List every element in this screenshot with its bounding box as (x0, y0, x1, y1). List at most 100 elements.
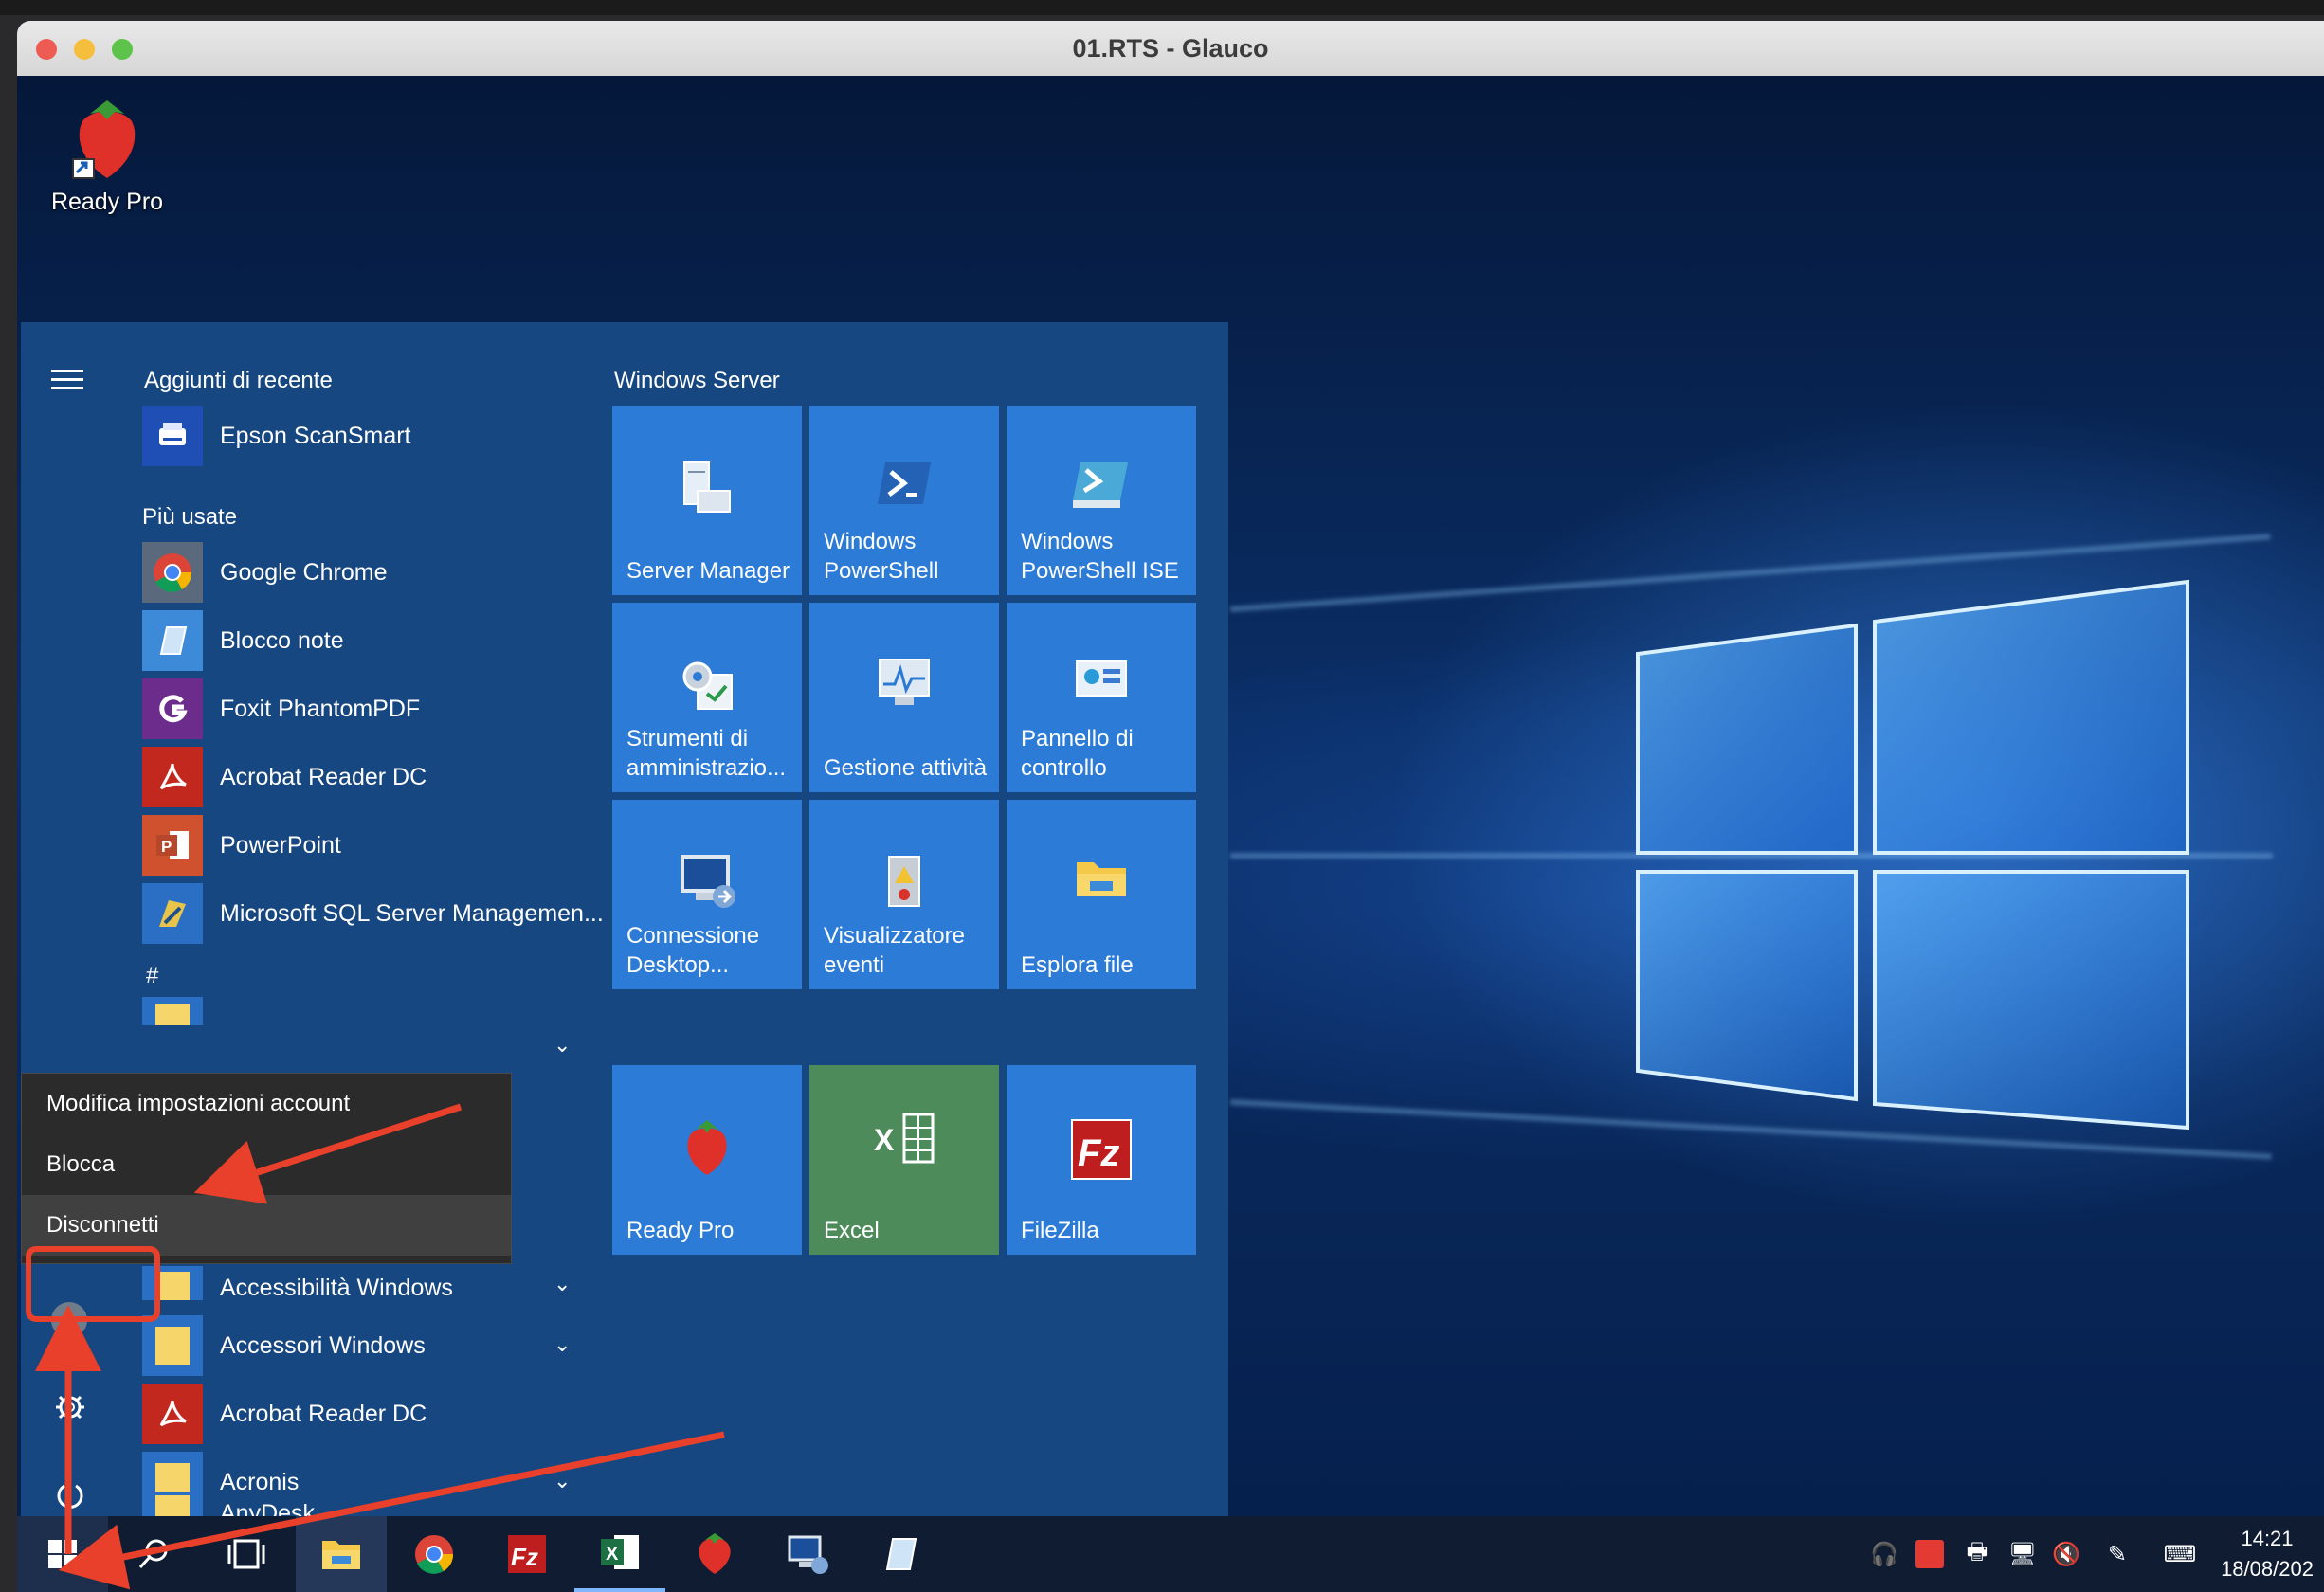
tile-ready-pro[interactable]: Ready Pro (612, 1065, 802, 1255)
control-panel-icon (1076, 660, 1127, 696)
app-item-sql-server-management[interactable]: Microsoft SQL Server Managemen... (142, 883, 616, 944)
menu-item-disconnetti[interactable]: Disconnetti (22, 1195, 511, 1256)
powerpoint-icon: P (142, 815, 203, 876)
windows-desktop: Ready Pro Aggiunti di recente Epson Scan… (17, 76, 2324, 1516)
taskbar-file-explorer[interactable] (296, 1516, 387, 1592)
keyboard-icon[interactable]: ⌨ (2157, 1537, 2203, 1571)
powershell-icon (878, 462, 931, 504)
server-manager-icon (683, 461, 731, 513)
settings-gear-icon[interactable] (54, 1391, 86, 1423)
task-manager-icon (879, 659, 930, 705)
taskbar-notepad[interactable] (855, 1516, 946, 1592)
network-icon[interactable]: 🖥 (2006, 1537, 2040, 1571)
app-label: Google Chrome (220, 558, 388, 586)
account-context-menu: Modifica impostazioni account Blocca Dis… (21, 1073, 512, 1264)
windows-taskbar: Fz X 🎧 🖶 🖥 🔇 ✎ ⌨ 14:21 18/08/202 (17, 1516, 2324, 1592)
notepad-icon (142, 610, 203, 671)
clock-time: 14:21 (2241, 1527, 2294, 1550)
taskbar-chrome[interactable] (389, 1516, 480, 1592)
menu-item-modifica-impostazioni-account[interactable]: Modifica impostazioni account (22, 1074, 511, 1134)
app-label: Acrobat Reader DC (220, 763, 427, 790)
app-label: PowerPoint (220, 831, 341, 859)
tile-label: Esplora file (1021, 952, 1134, 978)
task-view-icon (227, 1539, 265, 1569)
tile-esplora-file[interactable]: Esplora file (1007, 800, 1196, 989)
tile-filezilla[interactable]: Fz FileZilla (1007, 1065, 1196, 1255)
pen-icon[interactable]: ✎ (2100, 1537, 2134, 1571)
app-item-acrobat-reader-2[interactable]: Acrobat Reader DC (142, 1384, 616, 1444)
tile-label: Strumenti di amministrazio... (626, 726, 787, 781)
app-item-google-chrome[interactable]: Google Chrome (142, 542, 616, 603)
scanner-icon (142, 406, 203, 466)
app-label: Acrobat Reader DC (220, 1400, 427, 1427)
taskbar-clock[interactable]: 14:21 18/08/202 (2210, 1524, 2324, 1584)
excel-icon: X (874, 1113, 935, 1164)
tile-excel[interactable]: X Excel (809, 1065, 999, 1255)
taskbar-remote-desktop[interactable] (762, 1516, 853, 1592)
chevron-down-icon[interactable]: ⌄ (554, 1033, 571, 1058)
svg-text:X: X (606, 1544, 619, 1565)
app-item-partial (142, 997, 203, 1025)
mac-menubar (0, 0, 2324, 15)
sql-server-icon (142, 883, 203, 944)
start-menu-rail (21, 322, 125, 1516)
taskbar-ready-pro[interactable] (669, 1516, 760, 1592)
tile-strumenti-amministrazione[interactable]: Strumenti di amministrazio... (612, 603, 802, 792)
start-icon (48, 1540, 77, 1568)
tile-windows-powershell[interactable]: Windows PowerShell (809, 406, 999, 595)
tile-label: Excel (824, 1218, 880, 1243)
app-label: AnyDesk (220, 1500, 316, 1516)
app-item-anydesk[interactable]: AnyDesk (142, 1484, 616, 1516)
anydesk-tray-icon[interactable] (1913, 1537, 1947, 1571)
app-item-powerpoint[interactable]: P PowerPoint (142, 815, 616, 876)
app-label: Accessibilità Windows (220, 1274, 453, 1301)
app-item-blocco-note[interactable]: Blocco note (142, 610, 616, 671)
admin-tools-icon (682, 661, 733, 710)
tile-gestione-attivita[interactable]: Gestione attività (809, 603, 999, 792)
user-account-button[interactable] (51, 1302, 87, 1338)
chevron-down-icon[interactable]: ⌄ (554, 1272, 571, 1296)
chevron-down-icon[interactable]: ⌄ (554, 1332, 571, 1357)
filezilla-icon: Fz (1071, 1119, 1132, 1180)
tile-server-manager[interactable]: Server Manager (612, 406, 802, 595)
speaker-muted-icon[interactable]: 🔇 (2049, 1537, 2083, 1571)
printer-icon[interactable]: 🖶 (1960, 1537, 1994, 1571)
remote-desktop-icon (788, 1535, 828, 1574)
start-button[interactable] (17, 1516, 108, 1592)
hash-header: # (146, 963, 159, 988)
tile-connessione-desktop[interactable]: Connessione Desktop... (612, 800, 802, 989)
strawberry-icon (72, 100, 136, 179)
app-label: Blocco note (220, 626, 344, 654)
desktop-shortcut-ready-pro[interactable]: Ready Pro (36, 93, 178, 216)
app-item-accessori-windows[interactable]: Accessori Windows (142, 1315, 616, 1376)
tile-label: Pannello di controllo (1021, 726, 1134, 781)
hamburger-menu-icon[interactable] (51, 370, 83, 390)
search-button[interactable] (108, 1516, 199, 1592)
app-item-foxit-phantompdf[interactable]: Foxit PhantomPDF (142, 678, 616, 739)
window-title: 01.RTS - Glauco (1072, 34, 1269, 63)
taskbar-excel[interactable]: X (574, 1516, 665, 1592)
tile-windows-powershell-ise[interactable]: Windows PowerShell ISE (1007, 406, 1196, 595)
windows-logo-wallpaper (1636, 579, 2189, 1131)
tile-visualizzatore-eventi[interactable]: Visualizzatore eventi (809, 800, 999, 989)
ready-pro-icon (699, 1533, 731, 1574)
folder-icon (142, 1266, 203, 1300)
app-item-accessibilita-windows[interactable]: Accessibilità Windows (142, 1266, 616, 1300)
chrome-icon (415, 1535, 454, 1574)
task-view-button[interactable] (201, 1516, 292, 1592)
power-icon[interactable] (55, 1480, 85, 1511)
menu-item-blocca[interactable]: Blocca (22, 1134, 511, 1195)
app-item-acrobat-reader[interactable]: Acrobat Reader DC (142, 747, 616, 807)
chevron-down-icon[interactable]: ⌄ (554, 1503, 571, 1516)
taskbar-filezilla[interactable]: Fz (481, 1516, 572, 1592)
svg-text:P: P (161, 838, 172, 856)
tile-label: Visualizzatore eventi (824, 923, 965, 978)
remote-desktop-window: 01.RTS - Glauco Ready Pro Aggiunti di re… (17, 21, 2324, 1592)
clock-date: 18/08/202 (2221, 1557, 2314, 1581)
headset-icon[interactable]: 🎧 (1867, 1537, 1901, 1571)
app-label: Accessori Windows (220, 1331, 426, 1359)
recent-header: Aggiunti di recente (144, 368, 333, 393)
tile-pannello-controllo[interactable]: Pannello di controllo (1007, 603, 1196, 792)
folder-icon (142, 1492, 203, 1516)
app-item-epson-scansmart[interactable]: Epson ScanSmart (142, 406, 616, 466)
